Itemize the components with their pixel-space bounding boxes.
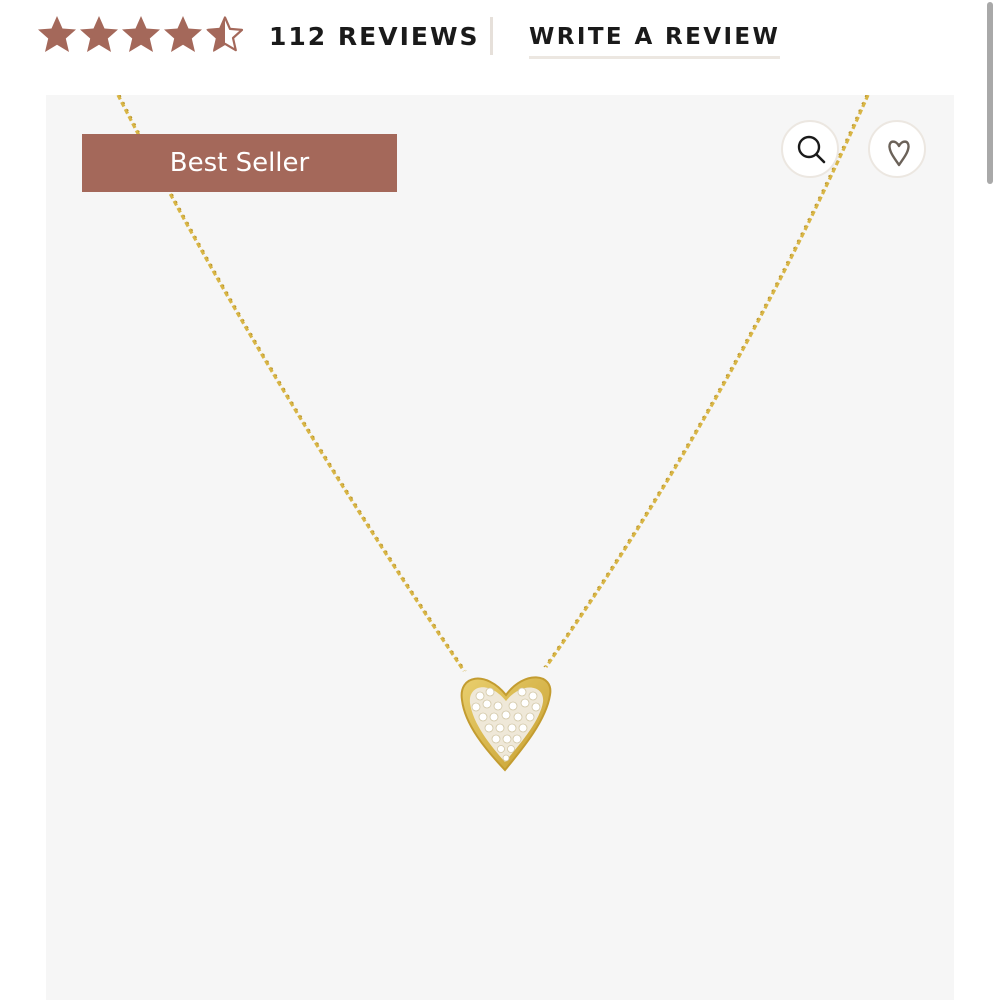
star-icon (122, 16, 160, 52)
half-star-icon (206, 16, 244, 52)
review-count[interactable]: 112 REVIEWS (269, 22, 480, 51)
wishlist-button[interactable] (868, 120, 926, 178)
necklace-image (116, 95, 870, 772)
star-icon (38, 16, 76, 52)
heart-pendant (460, 676, 552, 772)
reviews-bar: 112 REVIEWS WRITE A REVIEW (36, 10, 796, 66)
star-icon (80, 16, 118, 52)
scrollbar[interactable] (987, 2, 993, 184)
heart-icon (888, 140, 910, 167)
search-icon (797, 135, 826, 164)
write-review-link[interactable]: WRITE A REVIEW (529, 24, 781, 59)
product-image[interactable]: Best Seller (46, 95, 954, 1000)
divider (490, 17, 493, 55)
star-icon (164, 16, 202, 52)
best-seller-badge: Best Seller (82, 134, 397, 192)
star-rating[interactable] (36, 12, 246, 58)
zoom-button[interactable] (781, 120, 839, 178)
product-page: 112 REVIEWS WRITE A REVIEW Best Seller (0, 0, 1000, 1000)
